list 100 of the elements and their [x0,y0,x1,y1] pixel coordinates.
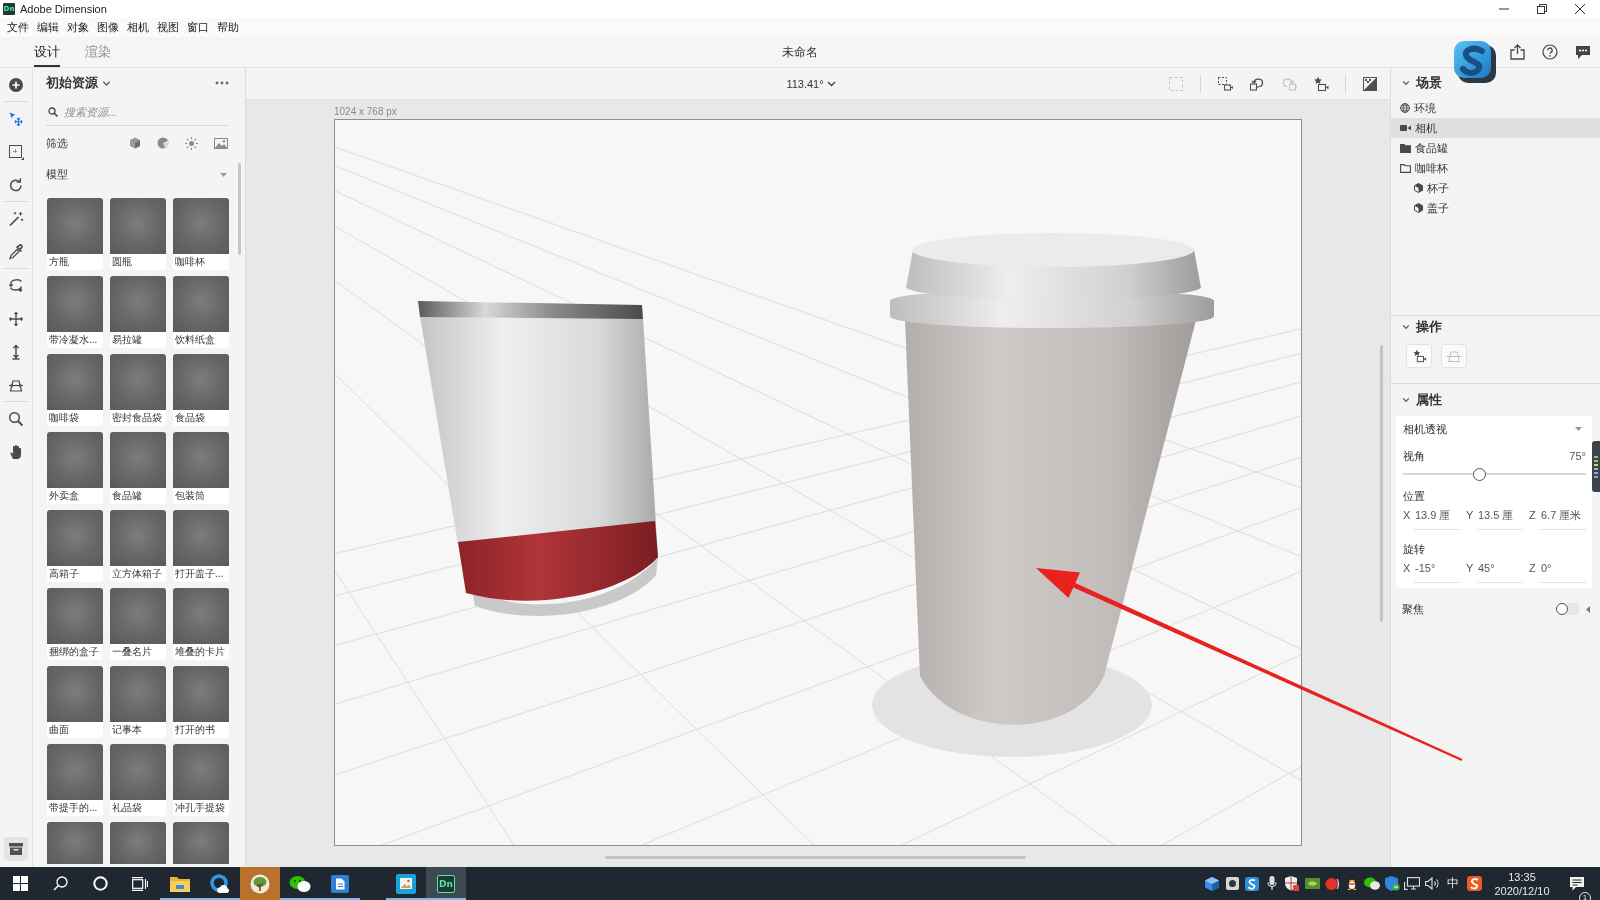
graphics-card-icon[interactable] [1304,878,1320,889]
eyedropper-icon[interactable] [8,243,24,260]
shield-icon[interactable] [1285,876,1299,891]
asset-tile[interactable]: 捆绑的盒子 [47,588,103,660]
scrollbar-thumb[interactable] [1380,345,1383,622]
clock-date[interactable]: 2020/12/10 [1494,883,1550,898]
asset-tile[interactable]: 打开的书 [173,666,229,738]
category-dropdown[interactable]: 模型 [46,159,229,190]
folder-icon[interactable] [1400,143,1411,153]
zoom-icon[interactable] [8,410,24,427]
asset-tile[interactable]: 易拉罐 [110,276,166,348]
restore-icon[interactable] [1537,4,1547,14]
render-preview-icon[interactable] [1362,75,1378,92]
asset-tile[interactable]: 包装筒 [173,432,229,504]
circle-icon[interactable] [92,876,108,891]
chevron-icon[interactable] [1402,323,1410,331]
camera-frame-icon[interactable] [1217,75,1233,92]
asset-tile[interactable]: 带冷凝水... [47,276,103,348]
camera-star-icon[interactable] [1313,75,1329,92]
more-icon[interactable] [215,81,229,85]
search-field[interactable]: 搜索资源... [64,101,229,122]
projection-dropdown[interactable]: 相机透视 [1403,416,1586,442]
orbit-icon[interactable] [8,277,24,294]
thumbnail-placeholder[interactable] [110,822,166,864]
asset-tile[interactable]: 外卖盒 [47,432,103,504]
shield-check-icon[interactable] [1384,876,1400,891]
chat-bubbles-icon[interactable] [1364,877,1380,890]
value-field[interactable]: -15° [1414,559,1460,583]
clock-time[interactable]: 13:35 [1508,869,1536,884]
value-field[interactable]: 6.7 厘米 [1540,506,1586,530]
chevron-icon[interactable] [1402,396,1410,404]
microphone-icon[interactable] [1267,876,1277,891]
light-filter-icon[interactable] [185,136,198,150]
scene-tree-item[interactable]: 相机 [1391,118,1600,138]
rotate-icon[interactable] [8,176,24,193]
cube-icon[interactable] [1205,876,1219,891]
menu-item[interactable]: 相机 [123,18,153,37]
material-filter-icon[interactable] [157,137,169,149]
menu-item[interactable]: 对象 [63,18,93,37]
magic-wand-icon[interactable] [8,210,24,227]
swirl-icon[interactable] [1245,876,1259,891]
asset-tile[interactable]: 圆瓶 [110,198,166,270]
close-icon[interactable] [1575,4,1585,14]
value-field[interactable]: 13.5 厘 [1477,506,1523,530]
scene-tree-item[interactable]: 盖子 [1391,198,1600,218]
input-method-indicator[interactable]: 中 [1442,875,1464,892]
value-field[interactable]: 13.9 厘 [1414,506,1460,530]
penguin-icon[interactable] [1346,876,1358,891]
swirl-tile-icon[interactable] [1466,876,1482,891]
asset-tile[interactable]: 礼品袋 [110,744,166,816]
chat-icon[interactable] [1575,44,1591,60]
asset-tile[interactable]: 打开盖子... [173,510,229,582]
hand-icon[interactable] [8,443,24,460]
camera-undo-icon[interactable] [1249,75,1265,92]
caret-left-icon[interactable] [1586,605,1590,613]
asset-tile[interactable]: 记事本 [110,666,166,738]
scene-tree-item[interactable]: 食品罐 [1391,138,1600,158]
record-square-icon[interactable] [1225,877,1239,890]
thumbnail-placeholder[interactable] [173,822,229,864]
taskbar-button[interactable]: Dn [426,867,466,900]
value-field[interactable]: 0° [1540,559,1586,583]
menu-item[interactable]: 视图 [153,18,183,37]
scene-tree-item[interactable]: 咖啡杯 [1391,158,1600,178]
scrollbar-thumb[interactable] [238,163,241,255]
thumbnail-placeholder[interactable] [47,822,103,864]
network-icon[interactable] [1404,877,1420,890]
notification-icon[interactable] [1569,875,1585,892]
menu-item[interactable]: 帮助 [213,18,243,37]
speaker-icon[interactable] [1424,877,1440,890]
asset-tile[interactable]: 密封食品袋 [110,354,166,426]
help-icon[interactable] [1542,44,1558,60]
asset-tile[interactable]: 带提手的... [47,744,103,816]
share-icon[interactable] [1510,44,1525,60]
start-icon[interactable] [12,876,28,891]
asset-tile[interactable]: 咖啡杯 [173,198,229,270]
image-filter-icon[interactable] [214,137,228,149]
menu-item[interactable]: 文件 [3,18,33,37]
asset-tile[interactable]: 饮料纸盒 [173,276,229,348]
meter-tab-icon[interactable] [1592,441,1600,492]
asset-tile[interactable]: 食品罐 [110,432,166,504]
scrollbar-thumb[interactable] [605,856,1026,859]
menu-item[interactable]: 图像 [93,18,123,37]
record-dot-icon[interactable] [1324,876,1340,891]
scene-tree-item[interactable]: 杯子 [1391,178,1600,198]
value-field[interactable]: 45° [1477,559,1523,583]
cube-filter-icon[interactable] [129,137,141,149]
angle-dropdown[interactable]: 113.41° [786,77,836,90]
select-arrow-icon[interactable] [8,110,24,127]
folder-outline-icon[interactable] [1400,163,1411,173]
focus-toggle[interactable] [1556,603,1580,615]
asset-tile[interactable]: 方瓶 [47,198,103,270]
search-icon[interactable] [52,876,68,891]
scene-tree-item[interactable]: 环境 [1391,98,1600,118]
asset-tile[interactable]: 立方体箱子 [110,510,166,582]
chevron-icon[interactable] [1402,79,1410,87]
asset-tile[interactable]: 食品袋 [173,354,229,426]
asset-tile[interactable]: 一叠名片 [110,588,166,660]
slider-thumb[interactable] [1473,467,1487,481]
archive-icon[interactable] [4,837,28,861]
marquee-icon[interactable] [8,143,24,160]
